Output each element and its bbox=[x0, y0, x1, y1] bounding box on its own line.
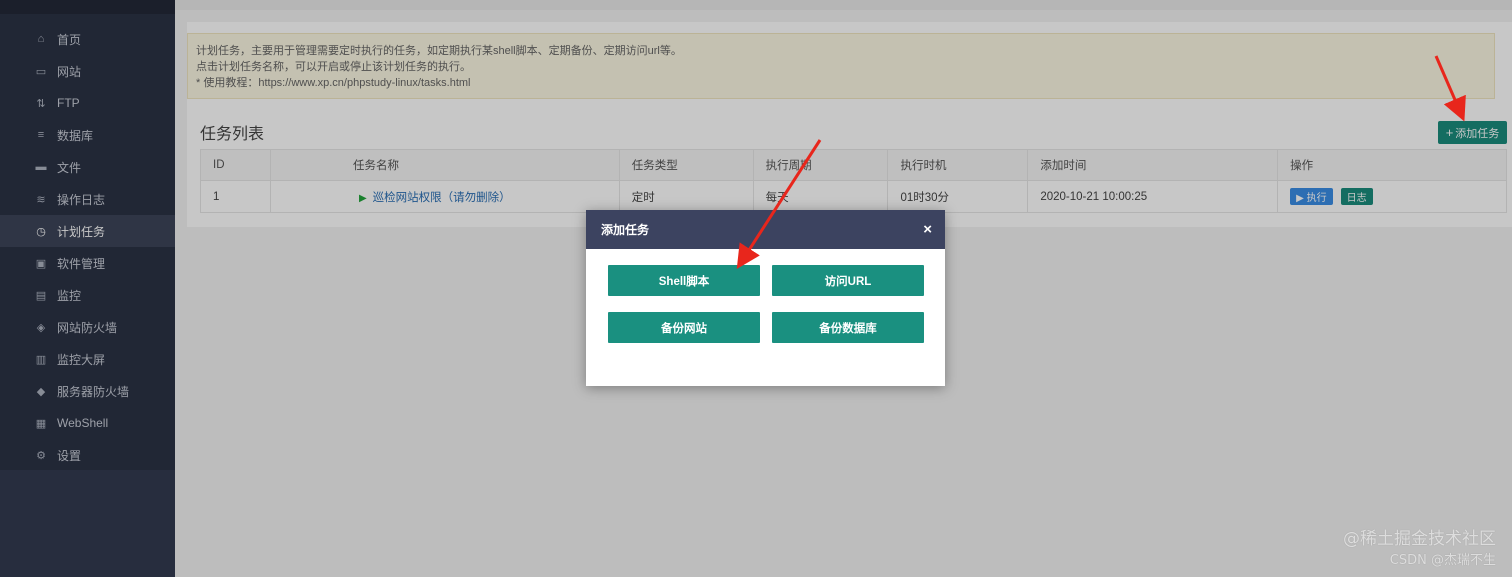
modal-header: 添加任务 × bbox=[586, 210, 945, 249]
watermark-line-2: CSDN @杰瑞不生 bbox=[1389, 553, 1496, 568]
visit-url-button[interactable]: 访问URL bbox=[772, 265, 924, 296]
watermark-line-1: @稀土掘金技术社区 bbox=[1343, 529, 1496, 549]
modal-title: 添加任务 bbox=[601, 223, 650, 237]
backup-site-button[interactable]: 备份网站 bbox=[608, 312, 760, 343]
add-task-modal: 添加任务 × Shell脚本 访问URL 备份网站 备份数据库 bbox=[586, 210, 945, 386]
close-icon[interactable]: × bbox=[923, 221, 932, 238]
watermark: @稀土掘金技术社区 CSDN @杰瑞不生 bbox=[1343, 528, 1496, 572]
shell-script-button[interactable]: Shell脚本 bbox=[608, 265, 760, 296]
backup-database-button[interactable]: 备份数据库 bbox=[772, 312, 924, 343]
